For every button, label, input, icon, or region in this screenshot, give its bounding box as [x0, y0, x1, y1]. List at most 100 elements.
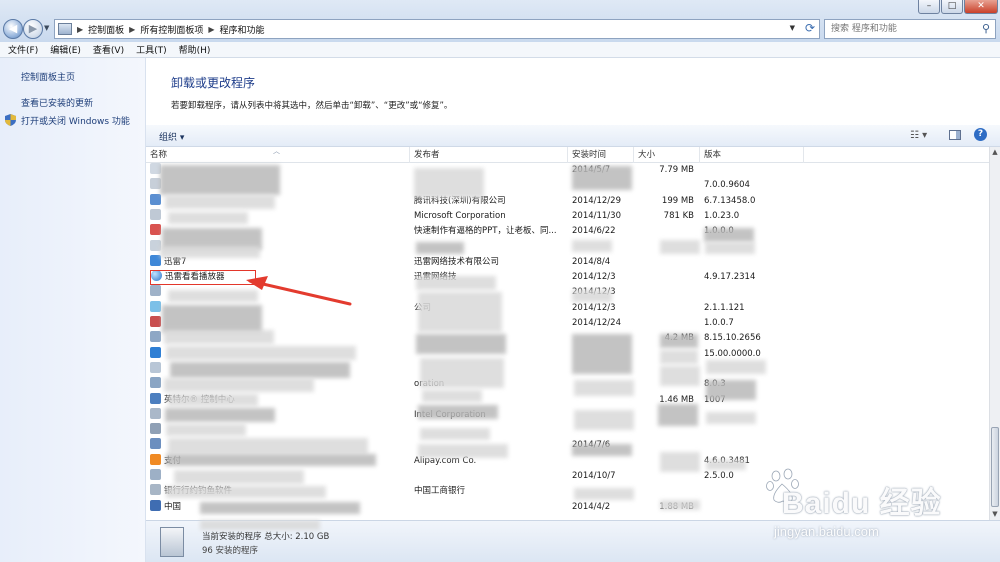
privacy-blur	[418, 444, 508, 458]
program-icon	[150, 331, 161, 343]
link-control-panel-home[interactable]: 控制面板主页	[21, 70, 75, 83]
program-icon	[150, 346, 161, 358]
table-row[interactable]: 迅雷看看播放器迅雷网络技2014/12/34.9.17.2314	[146, 270, 989, 286]
table-row[interactable]	[146, 423, 989, 438]
breadcrumb-programs[interactable]: 程序和功能	[220, 23, 265, 36]
program-icon	[150, 208, 161, 220]
privacy-blur	[165, 195, 275, 209]
forward-button[interactable]: ▶	[23, 19, 43, 39]
privacy-blur	[660, 500, 700, 510]
privacy-blur	[166, 424, 246, 436]
view-options-icon[interactable]: ☷ ▾	[910, 130, 927, 141]
chevron-right-icon[interactable]: ▶	[208, 25, 214, 34]
column-publisher[interactable]: 发布者	[410, 147, 568, 163]
row-install-date: 2014/6/22	[572, 226, 616, 237]
row-install-date: 2014/12/29	[572, 195, 621, 206]
control-panel-icon	[58, 23, 72, 35]
address-box[interactable]: ▶ 控制面板 ▶ 所有控制面板项 ▶ 程序和功能 ▼ ⟳	[54, 19, 820, 39]
scroll-down-icon[interactable]: ▼	[990, 509, 1000, 520]
menu-edit[interactable]: 编辑(E)	[50, 43, 81, 56]
preview-pane-icon[interactable]	[949, 130, 961, 140]
close-button[interactable]: ✕	[964, 0, 998, 14]
row-version: 4.9.17.2314	[704, 272, 756, 283]
table-row[interactable]: 英特尔® 控制中心1.46 MB1007	[146, 392, 989, 408]
search-icon[interactable]: ⚲	[982, 22, 990, 35]
organize-button[interactable]: 组织 ▾	[159, 130, 184, 143]
privacy-blur	[572, 444, 632, 456]
row-install-date: 2014/4/2	[572, 501, 611, 512]
program-icon	[151, 270, 162, 282]
privacy-blur	[165, 408, 275, 422]
breadcrumb-control-panel[interactable]: 控制面板	[88, 23, 124, 36]
program-icon	[150, 469, 161, 480]
program-icon	[150, 484, 161, 496]
table-row[interactable]: 2014/12/3	[146, 285, 989, 300]
program-icon	[150, 193, 161, 205]
vertical-scrollbar[interactable]: ▲ ▼	[989, 147, 1000, 520]
menu-view[interactable]: 查看(V)	[93, 43, 124, 56]
privacy-blur	[660, 240, 700, 254]
privacy-blur	[166, 454, 376, 466]
recent-pages-dropdown-icon[interactable]: ▼	[44, 24, 49, 32]
privacy-blur	[705, 242, 755, 254]
row-install-date: 2014/12/3	[572, 272, 616, 283]
row-version: 1.0.0.7	[704, 318, 734, 328]
chevron-right-icon[interactable]: ▶	[77, 25, 83, 34]
privacy-blur	[660, 334, 698, 348]
back-button[interactable]: ◀	[3, 19, 23, 39]
chevron-right-icon[interactable]: ▶	[129, 25, 135, 34]
row-install-date: 2014/11/30	[572, 210, 621, 221]
privacy-blur	[574, 380, 634, 396]
privacy-blur	[168, 290, 258, 302]
search-box[interactable]: ⚲	[824, 19, 996, 39]
row-install-date: 2014/10/7	[572, 471, 616, 481]
column-version[interactable]: 版本	[700, 147, 804, 163]
privacy-blur	[572, 334, 632, 374]
help-icon[interactable]: ?	[974, 128, 987, 141]
address-dropdown-icon[interactable]: ▼	[790, 24, 795, 32]
table-row[interactable]: Microsoft Corporation 2014/11/30 781 KB 1.0…	[146, 208, 989, 224]
menu-file[interactable]: 文件(F)	[8, 43, 38, 56]
privacy-blur	[416, 276, 496, 290]
scroll-up-icon[interactable]: ▲	[990, 147, 1000, 158]
row-install-date: 2014/12/3	[572, 302, 616, 313]
row-publisher: 快速制作有逼格的PPT，让老板、同...	[414, 226, 557, 237]
privacy-blur	[572, 240, 612, 252]
row-publisher: 迅雷网络技术有限公司	[414, 256, 500, 267]
privacy-blur	[706, 412, 756, 424]
privacy-blur	[200, 502, 360, 514]
privacy-blur	[164, 378, 314, 392]
row-version: 1.0.23.0	[704, 210, 740, 221]
privacy-blur	[660, 452, 700, 472]
privacy-blur	[420, 358, 504, 388]
column-name[interactable]: 名称	[146, 147, 410, 163]
search-input[interactable]	[825, 20, 975, 38]
menu-tools[interactable]: 工具(T)	[136, 43, 167, 56]
maximize-button[interactable]: □	[941, 0, 963, 14]
privacy-blur	[416, 334, 506, 354]
column-size[interactable]: 大小	[634, 147, 700, 163]
column-install-date[interactable]: 安装时间	[568, 147, 634, 163]
program-icon	[150, 377, 161, 389]
table-row[interactable]: 快速制作有逼格的PPT，让老板、同...2014/6/221.0.0.0	[146, 224, 989, 239]
refresh-icon[interactable]: ⟳	[805, 21, 815, 35]
program-icon	[150, 423, 161, 435]
link-view-installed-updates[interactable]: 查看已安装的更新	[21, 96, 93, 109]
minimize-button[interactable]: –	[918, 0, 940, 14]
privacy-blur	[418, 405, 498, 419]
table-row[interactable]	[146, 239, 989, 255]
privacy-blur	[162, 305, 262, 333]
table-row[interactable]: 迅雷7 迅雷网络技术有限公司 2014/8/4	[146, 254, 989, 270]
row-size: 199 MB	[661, 195, 694, 206]
scrollbar-thumb[interactable]	[991, 427, 999, 507]
table-row[interactable]: 2014/12/24 1.0.0.7	[146, 316, 989, 331]
menu-help[interactable]: 帮助(H)	[179, 43, 211, 56]
link-windows-features[interactable]: 打开或关闭 Windows 功能	[21, 114, 130, 127]
page-title: 卸载或更改程序	[171, 76, 256, 90]
program-name: 中国	[164, 501, 182, 512]
command-toolbar: 组织 ▾ ☷ ▾ ?	[146, 125, 1000, 147]
program-name: 迅雷看看播放器	[165, 272, 225, 283]
row-publisher: 中国工商银行	[414, 486, 466, 497]
table-row[interactable]: 公司2014/12/32.1.1.121	[146, 300, 989, 316]
breadcrumb-all-items[interactable]: 所有控制面板项	[140, 23, 203, 36]
